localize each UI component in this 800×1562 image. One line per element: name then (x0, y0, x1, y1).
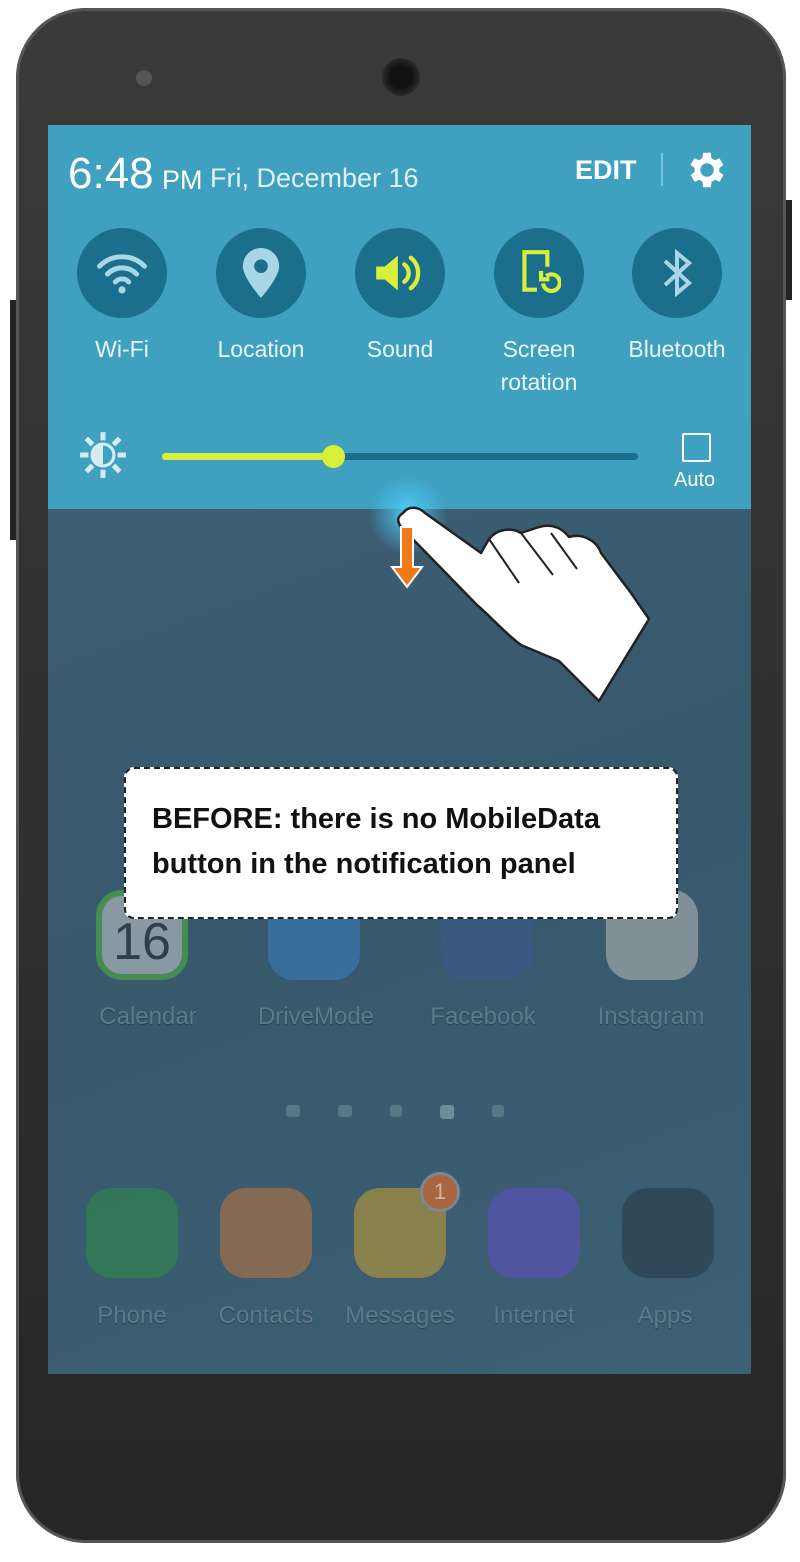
screen-rotation-toggle[interactable] (494, 228, 584, 318)
callout-line-1: BEFORE: there is no MobileData (152, 803, 600, 835)
brightness-knob[interactable] (322, 445, 346, 468)
front-camera (136, 70, 152, 86)
earpiece-speaker (382, 58, 420, 96)
app-label-drivemode[interactable]: DriveMode (241, 1003, 391, 1031)
dock-label-internet[interactable]: Internet (459, 1302, 609, 1330)
dock-label-apps[interactable]: Apps (590, 1302, 740, 1330)
sound-icon (376, 255, 421, 291)
notification-panel: 6:48 PM Fri, December 16 EDIT Wi-Fi Loca… (48, 125, 751, 509)
settings-gear-icon[interactable] (684, 147, 730, 198)
auto-brightness-checkbox[interactable] (682, 433, 711, 462)
calendar-day: 16 (113, 913, 171, 971)
screen-rotation-label: Screen rotation (500, 336, 578, 395)
page-dot[interactable] (286, 1105, 300, 1117)
location-label: Location (217, 336, 305, 362)
wifi-icon (97, 254, 147, 294)
page-dot-current[interactable] (440, 1105, 454, 1119)
page-dot[interactable] (492, 1105, 504, 1117)
dock-label-contacts[interactable]: Contacts (191, 1302, 341, 1330)
messages-badge: 1 (420, 1172, 460, 1212)
page-indicator[interactable] (286, 1105, 504, 1119)
clock-ampm: PM (162, 165, 203, 195)
annotation-callout: BEFORE: there is no MobileData button in… (124, 767, 678, 919)
internet-app-icon[interactable] (488, 1188, 580, 1278)
brightness-slider[interactable] (162, 445, 638, 468)
power-button (786, 200, 792, 300)
auto-brightness-label: Auto (674, 469, 716, 491)
callout-line-2: button in the notification panel (152, 848, 576, 880)
swipe-hand-icon (397, 506, 651, 703)
brightness-fill (162, 453, 334, 460)
bluetooth-toggle[interactable] (632, 228, 722, 318)
home-page-dot[interactable] (338, 1105, 352, 1117)
divider (661, 153, 663, 186)
sound-toggle[interactable] (355, 228, 445, 318)
edit-button[interactable]: EDIT (575, 155, 637, 186)
location-icon (242, 248, 280, 298)
swipe-down-arrow-icon (390, 526, 424, 589)
bluetooth-icon (663, 249, 692, 297)
bluetooth-label: Bluetooth (628, 336, 726, 362)
location-toggle[interactable] (216, 228, 306, 318)
app-label-instagram[interactable]: Instagram (576, 1003, 726, 1031)
screen: 16 Calendar DriveMode Facebook Instagram… (48, 125, 751, 1374)
screen-rotation-icon (522, 250, 561, 294)
volume-button (10, 300, 16, 540)
apps-drawer-icon[interactable] (622, 1188, 714, 1278)
contacts-app-icon[interactable] (220, 1188, 312, 1278)
wifi-label: Wi-Fi (95, 336, 149, 362)
phone-app-icon[interactable] (86, 1188, 178, 1278)
wifi-toggle[interactable] (77, 228, 167, 318)
sound-label: Sound (366, 336, 434, 362)
app-label-facebook[interactable]: Facebook (408, 1003, 558, 1031)
brightness-icon (78, 430, 128, 485)
dock-label-messages[interactable]: Messages (325, 1302, 475, 1330)
date-label: Fri, December 16 (210, 163, 419, 193)
clock-time: 6:48 (68, 149, 154, 198)
dock-label-phone[interactable]: Phone (57, 1302, 207, 1330)
page-dot[interactable] (390, 1105, 402, 1117)
app-label-calendar[interactable]: Calendar (73, 1003, 223, 1031)
